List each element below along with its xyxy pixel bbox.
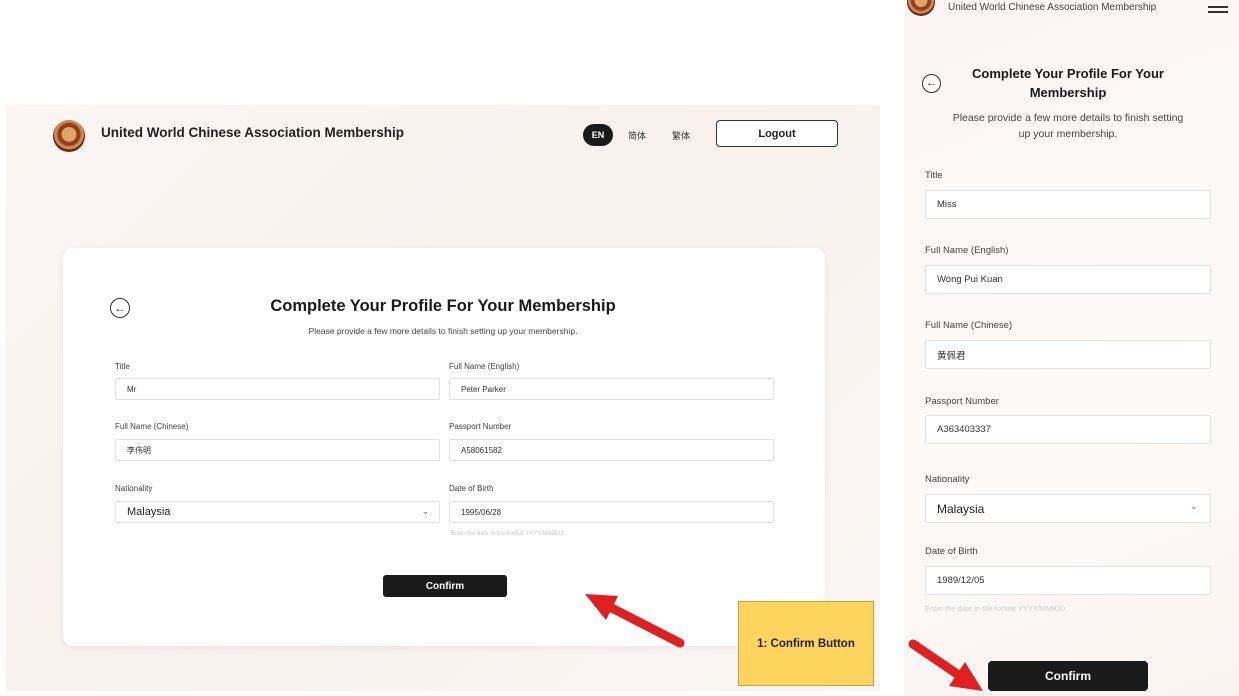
mobile-dob-value: 1989/12/05 (937, 575, 985, 586)
lang-simplified-button[interactable]: 简体 (628, 129, 646, 142)
lang-traditional-button[interactable]: 繁体 (672, 129, 690, 142)
name-en-field[interactable]: Peter Parker (449, 378, 774, 400)
mobile-name-en-label: Full Name (English) (925, 245, 1009, 256)
profile-form-card: ← Complete Your Profile For Your Members… (63, 248, 825, 646)
name-zh-value: 李伟明 (127, 445, 151, 455)
nationality-label: Nationality (115, 484, 153, 493)
back-icon[interactable]: ← (110, 298, 130, 318)
mobile-passport-label: Passport Number (925, 396, 999, 407)
lang-en-button[interactable]: EN (583, 124, 613, 146)
hamburger-menu-icon[interactable] (1208, 6, 1228, 18)
chevron-down-icon: ⌄ (421, 506, 429, 516)
passport-value: A58061582 (461, 445, 502, 455)
association-logo-mobile[interactable] (907, 0, 935, 16)
mobile-page-subtitle: Please provide a few more details to fin… (952, 112, 1184, 140)
association-logo[interactable] (53, 120, 85, 152)
mobile-view: United World Chinese Association Members… (904, 0, 1239, 696)
title-label: Title (115, 362, 130, 371)
mobile-passport-field[interactable]: A363403337 (925, 415, 1211, 444)
mobile-nationality-select[interactable]: Malaysia ⌄ (925, 494, 1211, 523)
mobile-name-zh-label: Full Name (Chinese) (925, 320, 1013, 331)
name-en-value: Peter Parker (461, 384, 506, 394)
logout-button[interactable]: Logout (716, 120, 838, 147)
mobile-title-field[interactable]: Miss (925, 190, 1211, 219)
mobile-name-en-value: Wong Pui Kuan (937, 274, 1003, 285)
name-en-label: Full Name (English) (449, 362, 520, 371)
dob-field[interactable]: 1995/06/28 (449, 501, 774, 523)
passport-label: Passport Number (449, 422, 512, 431)
chevron-down-icon: ⌄ (1189, 501, 1198, 512)
page-subtitle: Please provide a few more details to fin… (308, 326, 578, 336)
page-title: Complete Your Profile For Your Membershi… (270, 297, 616, 315)
mobile-passport-value: A363403337 (937, 424, 991, 435)
arrow-to-desktop-confirm-icon (585, 594, 685, 648)
confirm-button-callout: 1: Confirm Button (738, 601, 874, 686)
mobile-name-en-field[interactable]: Wong Pui Kuan (925, 265, 1211, 294)
mobile-dob-field[interactable]: 1989/12/05 (925, 566, 1211, 595)
mobile-name-zh-field[interactable]: 黄佩君 (925, 340, 1211, 369)
mobile-page-title: Complete Your Profile For Your Membershi… (972, 66, 1164, 100)
confirm-button[interactable]: Confirm (383, 575, 507, 597)
title-field[interactable]: Mr (115, 378, 440, 400)
mobile-title-value: Miss (937, 199, 957, 210)
name-zh-field[interactable]: 李伟明 (115, 439, 440, 461)
dob-label: Date of Birth (449, 484, 494, 493)
dob-hint: Enter the date in the format YYYY/MM/DD. (451, 531, 565, 537)
title-value: Mr (127, 384, 137, 394)
mobile-dob-hint: Enter the date in the format YYYY/MM/DD. (925, 604, 1068, 613)
back-icon-mobile[interactable]: ← (922, 74, 941, 93)
mobile-nationality-label: Nationality (925, 474, 970, 485)
mobile-nationality-value: Malaysia (937, 501, 985, 516)
passport-field[interactable]: A58061582 (449, 439, 774, 461)
mobile-title-label: Title (925, 170, 943, 181)
mobile-dob-label: Date of Birth (925, 546, 978, 557)
dob-value: 1995/06/28 (461, 507, 502, 517)
mobile-app-title: United World Chinese Association Members… (948, 2, 1157, 13)
nationality-select[interactable]: Malaysia ⌄ (115, 501, 440, 523)
mobile-confirm-button[interactable]: Confirm (988, 661, 1148, 691)
name-zh-label: Full Name (Chinese) (115, 422, 189, 431)
mobile-name-zh-value: 黄佩君 (937, 350, 966, 362)
app-title: United World Chinese Association Members… (101, 125, 405, 140)
arrow-to-mobile-confirm-icon (908, 639, 983, 691)
nationality-value: Malaysia (127, 506, 171, 518)
